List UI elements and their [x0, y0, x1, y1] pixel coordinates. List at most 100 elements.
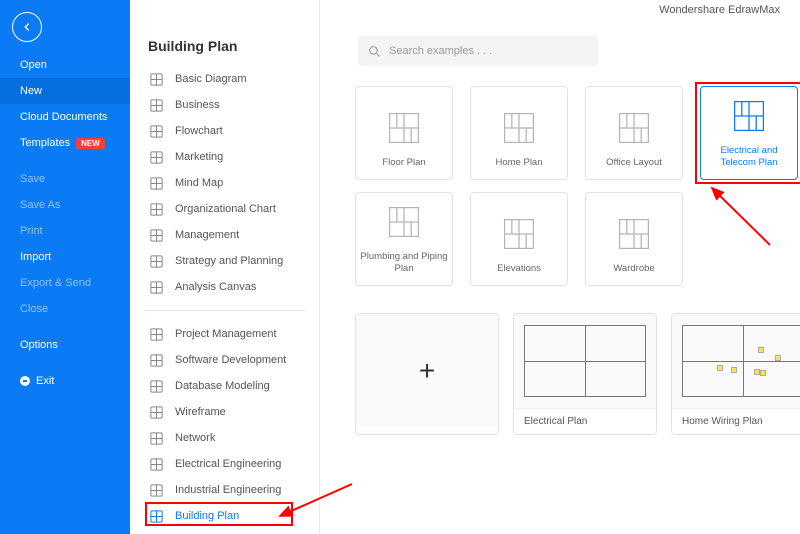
template-thumbnail	[672, 314, 800, 408]
category-item-management[interactable]: Management	[130, 222, 319, 248]
floorplan-icon	[500, 215, 538, 253]
nav-item-label: Open	[20, 59, 47, 71]
category-item-mind-map[interactable]: Mind Map	[130, 170, 319, 196]
category-icon	[148, 378, 164, 394]
template-thumbnail: +	[356, 314, 498, 427]
nav-item-label: Import	[20, 251, 51, 263]
category-icon	[148, 123, 164, 139]
tile-plumbing-and-piping-plan[interactable]: Plumbing and Piping Plan	[355, 192, 453, 286]
tile-electrical-and-telecom-plan[interactable]: Electrical and Telecom Plan	[700, 86, 798, 180]
nav-item-label: Save As	[20, 199, 60, 211]
nav-item-label: Templates	[20, 137, 70, 149]
annotation-arrow-1	[700, 180, 780, 263]
category-label: Building Plan	[175, 510, 239, 522]
category-label: Flowchart	[175, 125, 223, 137]
tiles-row-2: Plumbing and Piping Plan Elevations Wardro…	[355, 192, 683, 286]
floorplan-icon	[730, 97, 768, 135]
category-item-strategy-and-planning[interactable]: Strategy and Planning	[130, 248, 319, 274]
category-icon	[148, 508, 164, 524]
tile-office-layout[interactable]: Office Layout	[585, 86, 683, 180]
main-area: Wondershare EdrawMax Floor PlanHome Plan…	[320, 0, 800, 534]
nav-item-save[interactable]: Save	[0, 166, 130, 192]
nav-item-templates[interactable]: TemplatesNEW	[0, 130, 130, 156]
category-icon	[148, 456, 164, 472]
tile-label: Wardrobe	[609, 263, 658, 275]
category-item-wireframe[interactable]: Wireframe	[130, 399, 319, 425]
category-item-business[interactable]: Business	[130, 92, 319, 118]
floorplan-icon	[615, 109, 653, 147]
category-item-software-development[interactable]: Software Development	[130, 347, 319, 373]
category-item-flowchart[interactable]: Flowchart	[130, 118, 319, 144]
tile-floor-plan[interactable]: Floor Plan	[355, 86, 453, 180]
category-label: Strategy and Planning	[175, 255, 283, 267]
category-item-database-modeling[interactable]: Database Modeling	[130, 373, 319, 399]
tile-label: Floor Plan	[378, 157, 429, 169]
category-icon	[148, 71, 164, 87]
category-item-basic-diagram[interactable]: Basic Diagram	[130, 66, 319, 92]
category-label: Business	[175, 99, 220, 111]
nav-item-label: Cloud Documents	[20, 111, 107, 123]
nav-item-close[interactable]: Close	[0, 296, 130, 322]
category-label: Database Modeling	[175, 380, 270, 392]
tile-wardrobe[interactable]: Wardrobe	[585, 192, 683, 286]
category-column: Building Plan Basic Diagram Business Flowc…	[130, 0, 320, 534]
nav-item-label: Exit	[36, 375, 54, 387]
back-button[interactable]	[12, 12, 42, 42]
category-icon	[148, 227, 164, 243]
category-icon	[148, 404, 164, 420]
category-icon	[148, 201, 164, 217]
nav-item-cloud-documents[interactable]: Cloud Documents	[0, 104, 130, 130]
category-item-industrial-engineering[interactable]: Industrial Engineering	[130, 477, 319, 503]
search-input[interactable]	[389, 45, 588, 57]
category-label: Management	[175, 229, 239, 241]
category-item-electrical-engineering[interactable]: Electrical Engineering	[130, 451, 319, 477]
template-electrical-plan[interactable]: Electrical Plan	[513, 313, 657, 435]
nav-item-label: Export & Send	[20, 277, 91, 289]
category-label: Marketing	[175, 151, 223, 163]
template-home-wiring-plan[interactable]: Home Wiring Plan	[671, 313, 800, 435]
templates-row: +Electrical PlanHome Wiring Plan	[355, 313, 800, 435]
nav-item-exit[interactable]: Exit	[0, 368, 130, 394]
nav-item-label: Save	[20, 173, 45, 185]
category-icon	[148, 482, 164, 498]
nav-item-export-send[interactable]: Export & Send	[0, 270, 130, 296]
tile-label: Elevations	[493, 263, 545, 275]
tile-label: Plumbing and Piping Plan	[356, 251, 452, 275]
category-divider	[144, 310, 305, 311]
floorplan-icon	[615, 215, 653, 253]
category-label: Analysis Canvas	[175, 281, 256, 293]
nav-item-import[interactable]: Import	[0, 244, 130, 270]
nav-item-label: New	[20, 85, 42, 97]
category-item-building-plan[interactable]: Building Plan	[130, 503, 319, 529]
nav-item-options[interactable]: Options	[0, 332, 130, 358]
nav-item-print[interactable]: Print	[0, 218, 130, 244]
category-label: Basic Diagram	[175, 73, 247, 85]
nav-item-open[interactable]: Open	[0, 52, 130, 78]
category-icon	[148, 430, 164, 446]
tile-home-plan[interactable]: Home Plan	[470, 86, 568, 180]
search-icon	[368, 45, 381, 58]
tile-elevations[interactable]: Elevations	[470, 192, 568, 286]
category-label: Organizational Chart	[175, 203, 276, 215]
category-item-network[interactable]: Network	[130, 425, 319, 451]
template-thumbnail	[514, 314, 656, 408]
nav-item-save-as[interactable]: Save As	[0, 192, 130, 218]
category-item-analysis-canvas[interactable]: Analysis Canvas	[130, 274, 319, 300]
search-box[interactable]	[358, 36, 598, 66]
floorplan-icon	[385, 109, 423, 147]
template-blank[interactable]: +	[355, 313, 499, 435]
category-label: Electrical Engineering	[175, 458, 281, 470]
category-icon	[148, 175, 164, 191]
category-label: Network	[175, 432, 215, 444]
exit-icon	[20, 376, 30, 386]
nav-item-label: Print	[20, 225, 43, 237]
floorplan-icon	[500, 109, 538, 147]
nav-item-label: Close	[20, 303, 48, 315]
category-item-project-management[interactable]: Project Management	[130, 321, 319, 347]
floorplan-icon	[385, 203, 423, 241]
category-item-marketing[interactable]: Marketing	[130, 144, 319, 170]
category-item-organizational-chart[interactable]: Organizational Chart	[130, 196, 319, 222]
nav-item-new[interactable]: New	[0, 78, 130, 104]
category-icon	[148, 326, 164, 342]
nav-item-label: Options	[20, 339, 58, 351]
